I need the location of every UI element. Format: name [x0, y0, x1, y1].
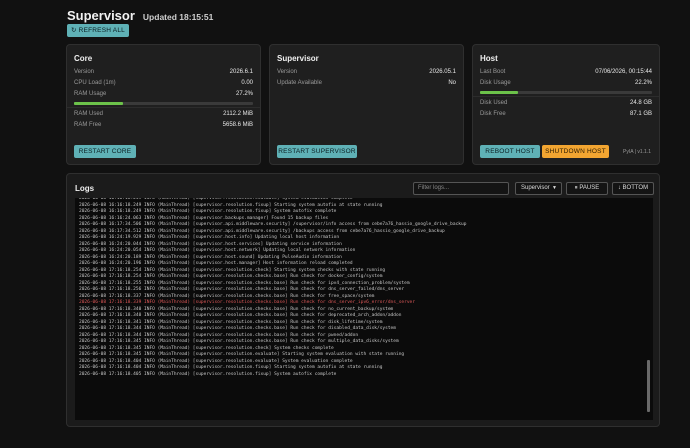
supervisor-version-value: 2026.05.1: [429, 69, 456, 75]
reboot-host-button[interactable]: REBOOT HOST: [480, 145, 540, 158]
disk-usage-fill: [480, 91, 519, 94]
logs-title: Logs: [75, 184, 95, 193]
log-scrollbar[interactable]: [647, 200, 650, 418]
host-boot-row: Last Boot 07/06/2026, 00:15:44: [480, 69, 652, 75]
host-disk-row: Disk Usage 22.2%: [480, 80, 652, 86]
host-card: Host Last Boot 07/06/2026, 00:15:44 Disk…: [472, 44, 660, 165]
log-lines: 2026-06-08 16:16:18.249 INFO (MainThread…: [79, 198, 643, 378]
host-boot-label: Last Boot: [480, 69, 506, 75]
host-disk-free-row: Disk Free 87.1 GB: [480, 111, 652, 117]
scroll-bottom-button[interactable]: ↓ BOTTOM: [612, 182, 654, 195]
core-version-row: Version 2026.6.1: [74, 69, 253, 75]
supervisor-card: Supervisor Version 2026.05.1 Update Avai…: [269, 44, 464, 165]
core-title: Core: [74, 54, 93, 63]
core-version-value: 2026.6.1: [229, 69, 253, 75]
core-ram-free-label: RAM Free: [74, 122, 102, 128]
app-version-tag: PyIA | v1.1.1: [623, 149, 651, 155]
host-disk-value: 22.2%: [634, 80, 652, 86]
log-line: 2026-06-08 17:16:18.405 INFO (MainThread…: [79, 371, 337, 377]
supervisor-version-label: Version: [277, 69, 298, 75]
core-ram-label: RAM Usage: [74, 91, 107, 97]
host-divider: [473, 96, 659, 97]
core-ram-row: RAM Usage 27.2%: [74, 91, 253, 97]
page-title: Supervisor: [67, 8, 135, 23]
supervisor-title: Supervisor: [277, 54, 319, 63]
restart-core-button[interactable]: RESTART CORE: [74, 145, 136, 158]
host-boot-value: 07/06/2026, 00:15:44: [595, 69, 652, 75]
updated-timestamp: Updated 18:15:51: [142, 12, 214, 22]
refresh-all-button[interactable]: ↻ REFRESH ALL: [67, 24, 129, 37]
core-cpu-label: CPU Load (1m): [74, 80, 116, 86]
core-cpu-row: CPU Load (1m) 0.00: [74, 80, 253, 86]
core-cpu-value: 0.00: [241, 80, 253, 86]
core-ram-used-value: 2112.2 MiB: [223, 111, 253, 117]
shutdown-host-button[interactable]: SHUTDOWN HOST: [542, 145, 609, 158]
log-source-value: Supervisor: [521, 185, 550, 191]
ram-usage-fill: [74, 102, 123, 105]
core-ram-used-row: RAM Used 2112.2 MiB: [74, 111, 253, 117]
pause-button[interactable]: ⏸ PAUSE: [566, 182, 608, 195]
core-version-label: Version: [74, 69, 95, 75]
chevron-down-icon: ▼: [552, 185, 557, 191]
core-ram-used-label: RAM Used: [74, 111, 104, 117]
core-ram-value: 27.2%: [235, 91, 253, 97]
disk-usage-bar: [480, 91, 652, 94]
host-disk-free-label: Disk Free: [480, 111, 506, 117]
core-ram-free-value: 5658.6 MiB: [222, 122, 253, 128]
supervisor-update-value: No: [448, 80, 456, 86]
core-card: Core Version 2026.6.1 CPU Load (1m) 0.00…: [66, 44, 261, 165]
logs-card: Logs Filter logs... Supervisor ▼ ⏸ PAUSE…: [66, 173, 660, 427]
host-disk-used-row: Disk Used 24.8 GB: [480, 100, 652, 106]
log-scrollbar-thumb[interactable]: [647, 360, 650, 412]
host-disk-used-value: 24.8 GB: [629, 100, 652, 106]
host-disk-label: Disk Usage: [480, 80, 511, 86]
log-source-select[interactable]: Supervisor ▼: [515, 182, 562, 195]
page-header: Supervisor Updated 18:15:51: [67, 8, 213, 23]
core-divider: [67, 107, 260, 108]
ram-usage-bar: [74, 102, 253, 105]
host-title: Host: [480, 54, 498, 63]
supervisor-version-row: Version 2026.05.1: [277, 69, 456, 75]
restart-supervisor-button[interactable]: RESTART SUPERVISOR: [277, 145, 357, 158]
host-disk-free-value: 87.1 GB: [629, 111, 652, 117]
filter-logs-input[interactable]: Filter logs...: [413, 182, 509, 195]
supervisor-update-label: Update Available: [277, 80, 322, 86]
host-disk-used-label: Disk Used: [480, 100, 508, 106]
core-ram-free-row: RAM Free 5658.6 MiB: [74, 122, 253, 128]
log-output[interactable]: 2026-06-08 16:16:18.249 INFO (MainThread…: [75, 198, 653, 420]
supervisor-update-row: Update Available No: [277, 80, 456, 86]
